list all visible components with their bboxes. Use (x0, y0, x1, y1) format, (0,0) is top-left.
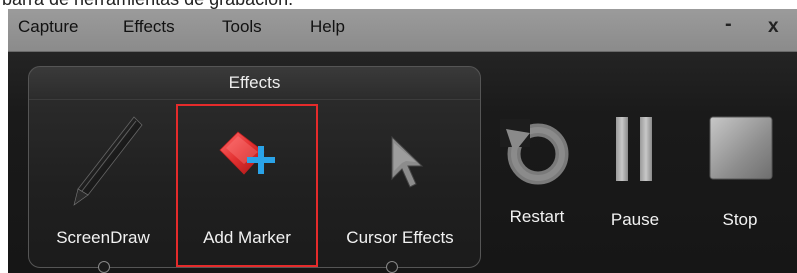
screendraw-button[interactable]: ScreenDraw (38, 109, 168, 259)
pause-button[interactable]: Pause (600, 109, 670, 239)
recording-toolbar-window: Capture Effects Tools Help - x Effects S… (8, 9, 797, 273)
menu-effects[interactable]: Effects (123, 17, 175, 37)
pause-icon (616, 117, 652, 181)
screendraw-label: ScreenDraw (56, 228, 150, 247)
menu-capture[interactable]: Capture (18, 17, 78, 37)
effects-title: Effects (228, 73, 281, 92)
cursor-arrow-icon (391, 135, 424, 188)
add-marker-icon (219, 131, 275, 175)
stop-button[interactable]: Stop (700, 109, 780, 239)
stop-label: Stop (722, 210, 758, 229)
pen-icon (73, 116, 143, 206)
slider-knob[interactable] (386, 261, 398, 273)
add-marker-button[interactable]: Add Marker (176, 104, 318, 267)
menu-help[interactable]: Help (310, 17, 345, 37)
stop-icon (709, 116, 773, 180)
add-marker-label: Add Marker (203, 228, 291, 247)
restart-icon (500, 119, 569, 185)
pause-label: Pause (610, 210, 660, 229)
cursor-effects-label: Cursor Effects (346, 228, 454, 247)
minimize-button[interactable]: - (725, 13, 732, 36)
close-button[interactable]: x (768, 16, 779, 38)
cursor-effects-button[interactable]: Cursor Effects (326, 109, 474, 259)
restart-label: Restart (509, 207, 565, 226)
effects-header: Effects (29, 67, 480, 100)
slider-knob[interactable] (98, 261, 110, 273)
restart-button[interactable]: Restart (492, 109, 582, 239)
menu-tools[interactable]: Tools (222, 17, 262, 37)
page: barra de herramientas de grabación. Capt… (0, 0, 797, 273)
menu-bar: Capture Effects Tools Help - x (8, 9, 797, 52)
